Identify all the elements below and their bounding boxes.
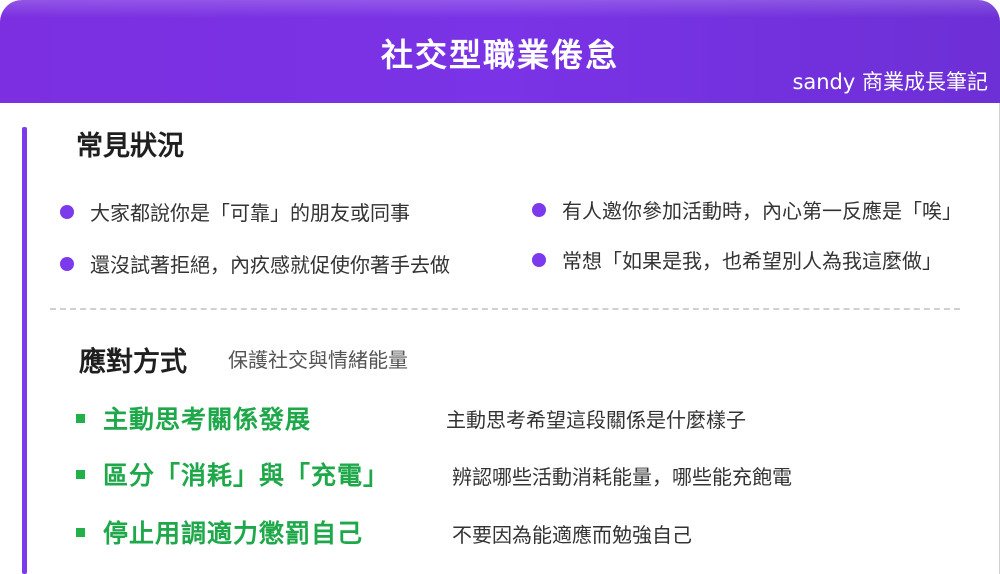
dashed-divider [50, 308, 960, 310]
situation-item: 有人邀你參加活動時，內心第一反應是「唉」 [532, 195, 962, 224]
header-banner: 社交型職業倦怠 sandy 商業成長筆記 [0, 0, 1000, 103]
method-item: 主動思考關係發展 [76, 400, 311, 436]
method-title: 區分「消耗」與「充電」 [103, 461, 390, 490]
situation-item: 常想「如果是我，也希望別人為我這麼做」 [532, 245, 942, 274]
bullet-dot-icon [60, 256, 74, 271]
situation-item: 大家都說你是「可靠」的朋友或同事 [60, 197, 410, 226]
bullet-square-icon [76, 527, 85, 537]
bullet-dot-icon [532, 202, 546, 217]
bullet-square-icon [76, 413, 85, 423]
bullet-square-icon [76, 469, 85, 479]
situations-heading: 常見狀況 [76, 131, 184, 162]
coping-subtitle: 保護社交與情緒能量 [228, 348, 408, 372]
method-description: 不要因為能適應而勉強自己 [452, 523, 692, 547]
author-credit: sandy 商業成長筆記 [792, 70, 988, 94]
situation-text: 還沒試著拒絕，內疚感就促使你著手去做 [90, 253, 450, 277]
coping-heading: 應對方式 [79, 347, 187, 378]
method-title: 主動思考關係發展 [103, 405, 312, 434]
header-shine [0, 0, 1000, 18]
situation-text: 有人邀你參加活動時，內心第一反應是「唉」 [562, 199, 962, 223]
bullet-dot-icon [532, 252, 546, 267]
method-description: 主動思考希望這段關係是什麼樣子 [446, 408, 746, 432]
situation-text: 大家都說你是「可靠」的朋友或同事 [90, 201, 410, 225]
method-item: 停止用調適力懲罰自己 [76, 514, 363, 550]
bullet-dot-icon [60, 204, 74, 219]
situation-item: 還沒試著拒絕，內疚感就促使你著手去做 [60, 249, 450, 278]
infographic-card: 社交型職業倦怠 sandy 商業成長筆記 常見狀況 大家都說你是「可靠」的朋友或… [0, 0, 1000, 574]
method-description: 辨認哪些活動消耗能量，哪些能充飽電 [452, 465, 792, 489]
method-title: 停止用調適力懲罰自己 [103, 519, 364, 548]
method-item: 區分「消耗」與「充電」 [76, 456, 389, 492]
left-accent-bar [22, 127, 27, 574]
situation-text: 常想「如果是我，也希望別人為我這麼做」 [562, 249, 942, 273]
